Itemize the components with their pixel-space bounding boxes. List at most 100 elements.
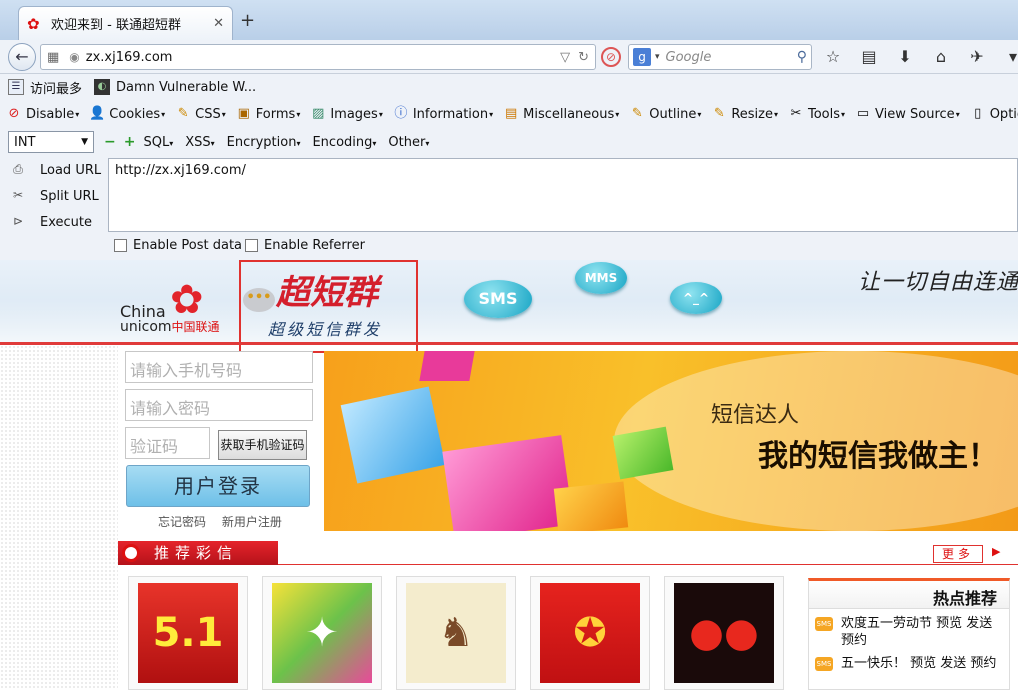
mms-thumbnail[interactable]: ✦ [262,576,382,690]
resize-icon: ✎ [713,106,725,121]
wd-label: Forms [255,106,296,122]
unicom-favicon-icon: ✿ [27,14,40,33]
section-header: 推荐彩信 更多 ▶ [118,541,1018,565]
fu-image: ✪ [540,583,640,683]
tab-title: 欢迎来到 - 联通超短群 [51,18,181,33]
bookmark-dvwa[interactable]: ◐ Damn Vulnerable W... [94,79,256,95]
phone-input[interactable]: 请输入手机号码 [125,351,313,383]
cookies-icon: 👤 [89,106,106,121]
hot-item-text: 五一快乐！ 预览 发送 预约 [841,656,997,671]
hackbar-sql-menu[interactable]: SQL▾ [143,135,173,150]
dvwa-icon: ◐ [94,79,111,95]
reload-icon[interactable]: ↻ [578,50,589,65]
verification-code-input[interactable]: 验证码 [125,427,210,459]
menu-dropdown-icon[interactable]: ▾ [1002,46,1018,68]
celebration-image: ✦ [272,583,372,683]
section-title-text: 推荐彩信 [154,544,239,562]
decrement-icon[interactable]: − [104,134,116,150]
history-dropdown-icon[interactable]: ▽ [560,50,570,65]
browser-tab[interactable]: ✿ 欢迎来到 - 联通超短群 ✕ [18,6,233,40]
hackbar-other-menu[interactable]: Other▾ [388,135,429,150]
search-bar[interactable]: g ▾ Google ⚲ [628,44,812,70]
wd-misc-menu[interactable]: ▤ Miscellaneous ▾ [503,106,619,122]
load-url-button[interactable]: ⎙ Load URL [10,162,101,178]
password-input[interactable]: 请输入密码 [125,389,313,421]
wd-disable-menu[interactable]: ⊘ Disable ▾ [6,106,80,122]
login-form: 请输入手机号码 请输入密码 验证码 获取手机验证码 用户登录 忘记密码 新用户注… [120,345,320,535]
increment-icon[interactable]: + [124,134,136,150]
close-tab-icon[interactable]: ✕ [213,16,224,31]
hot-recommend-title: 热点推荐 [809,581,1009,609]
home-icon[interactable]: ⌂ [930,46,952,68]
hackbar-toolbar: INT ▼ − + SQL▾ XSS▾ Encryption▾ Encoding… [0,128,1018,156]
wd-forms-menu[interactable]: ▣ Forms ▾ [236,106,301,122]
google-engine-icon[interactable]: g [633,48,651,66]
mms-thumbnail[interactable]: ♞ [396,576,516,690]
wd-information-menu[interactable]: ⓘ Information ▾ [393,106,493,122]
enable-post-checkbox[interactable]: Enable Post data [114,238,242,253]
new-tab-button[interactable]: + [240,10,255,31]
left-pattern-strip [0,345,118,690]
checkbox-box[interactable] [114,239,127,252]
enable-referrer-checkbox[interactable]: Enable Referrer [245,238,365,253]
type-select[interactable]: INT ▼ [8,131,94,153]
back-button[interactable]: ← [8,43,36,71]
get-sms-code-button[interactable]: 获取手机验证码 [218,430,307,460]
search-input[interactable]: Google [666,50,797,65]
mms-thumbnail[interactable]: 5.1 [128,576,248,690]
wd-viewsource-menu[interactable]: ▭ View Source ▾ [855,106,960,122]
mms-thumbnail[interactable]: ✪ [530,576,650,690]
dropdown-icon: ▾ [615,109,620,119]
wd-tools-menu[interactable]: ✂ Tools ▾ [788,106,846,122]
nav-icons: ☆ ▤ ⬇ ⌂ ✈ ▾ [822,46,1018,68]
load-url-label: Load URL [40,162,102,178]
adblock-icon[interactable]: ⊘ [601,47,621,67]
register-link[interactable]: 新用户注册 [222,515,282,529]
dropdown-icon: ▾ [841,109,846,119]
chevron-down-icon: ▼ [81,137,88,147]
dropdown-icon: ▾ [221,109,226,119]
hot-item[interactable]: SMS 欢度五一劳动节 预览 发送 预约 [809,609,1009,649]
bookmark-most-visited[interactable]: ☰ 访问最多 [8,78,82,97]
app-grid-icon[interactable]: ▦ [47,50,59,65]
url-bar[interactable]: ▦ ◉ zx.xj169.com ▽ ↻ [40,44,596,70]
split-url-button[interactable]: ✂ Split URL [10,188,99,204]
hackbar-encryption-menu[interactable]: Encryption▾ [227,135,301,150]
search-icon[interactable]: ⚲ [797,49,807,65]
hackbar-url-textarea[interactable]: http://zx.xj169.com/ [108,158,1018,232]
logo-china-text: China [120,302,166,321]
wd-label: Disable [26,106,75,122]
hackbar-xss-menu[interactable]: XSS▾ [185,135,214,150]
bookmark-list-icon[interactable]: ▤ [858,46,880,68]
extension-icon[interactable]: ✈ [966,46,988,68]
forgot-password-link[interactable]: 忘记密码 [158,515,206,529]
dropdown-icon: ▾ [75,109,80,119]
wd-outline-menu[interactable]: ✎ Outline ▾ [629,106,702,122]
login-button[interactable]: 用户登录 [126,465,310,507]
checkbox-box[interactable] [245,239,258,252]
more-arrow-icon[interactable]: ▶ [992,545,1000,558]
wd-options-menu[interactable]: ▯Options▾ [970,106,1018,122]
wd-resize-menu[interactable]: ✎ Resize ▾ [711,106,778,122]
blue-cube-shape [340,386,446,484]
execute-button[interactable]: ⊳ Execute [10,214,92,230]
split-url-icon: ✂ [12,188,24,202]
outline-icon: ✎ [631,106,643,121]
wd-css-menu[interactable]: ✎ CSS ▾ [175,106,226,122]
dropdown-icon: ▾ [161,109,166,119]
engine-dropdown-icon[interactable]: ▾ [655,52,660,62]
more-link[interactable]: 更多 [933,545,983,563]
mms-thumbnail[interactable]: ●● [664,576,784,690]
section-bullet-icon [122,544,140,562]
wd-images-menu[interactable]: ▨ Images ▾ [310,106,383,122]
menu-label: Encryption [226,134,297,150]
bookmark-star-icon[interactable]: ☆ [822,46,844,68]
wd-cookies-menu[interactable]: 👤 Cookies ▾ [89,106,165,122]
disable-icon: ⊘ [8,106,20,121]
download-icon[interactable]: ⬇ [894,46,916,68]
hot-item[interactable]: SMS 五一快乐！ 预览 发送 预约 [809,649,1009,672]
url-text[interactable]: zx.xj169.com [86,50,552,65]
wd-label: Options [989,106,1018,122]
magenta-cube-shape [442,435,574,531]
hackbar-encoding-menu[interactable]: Encoding▾ [312,135,376,150]
